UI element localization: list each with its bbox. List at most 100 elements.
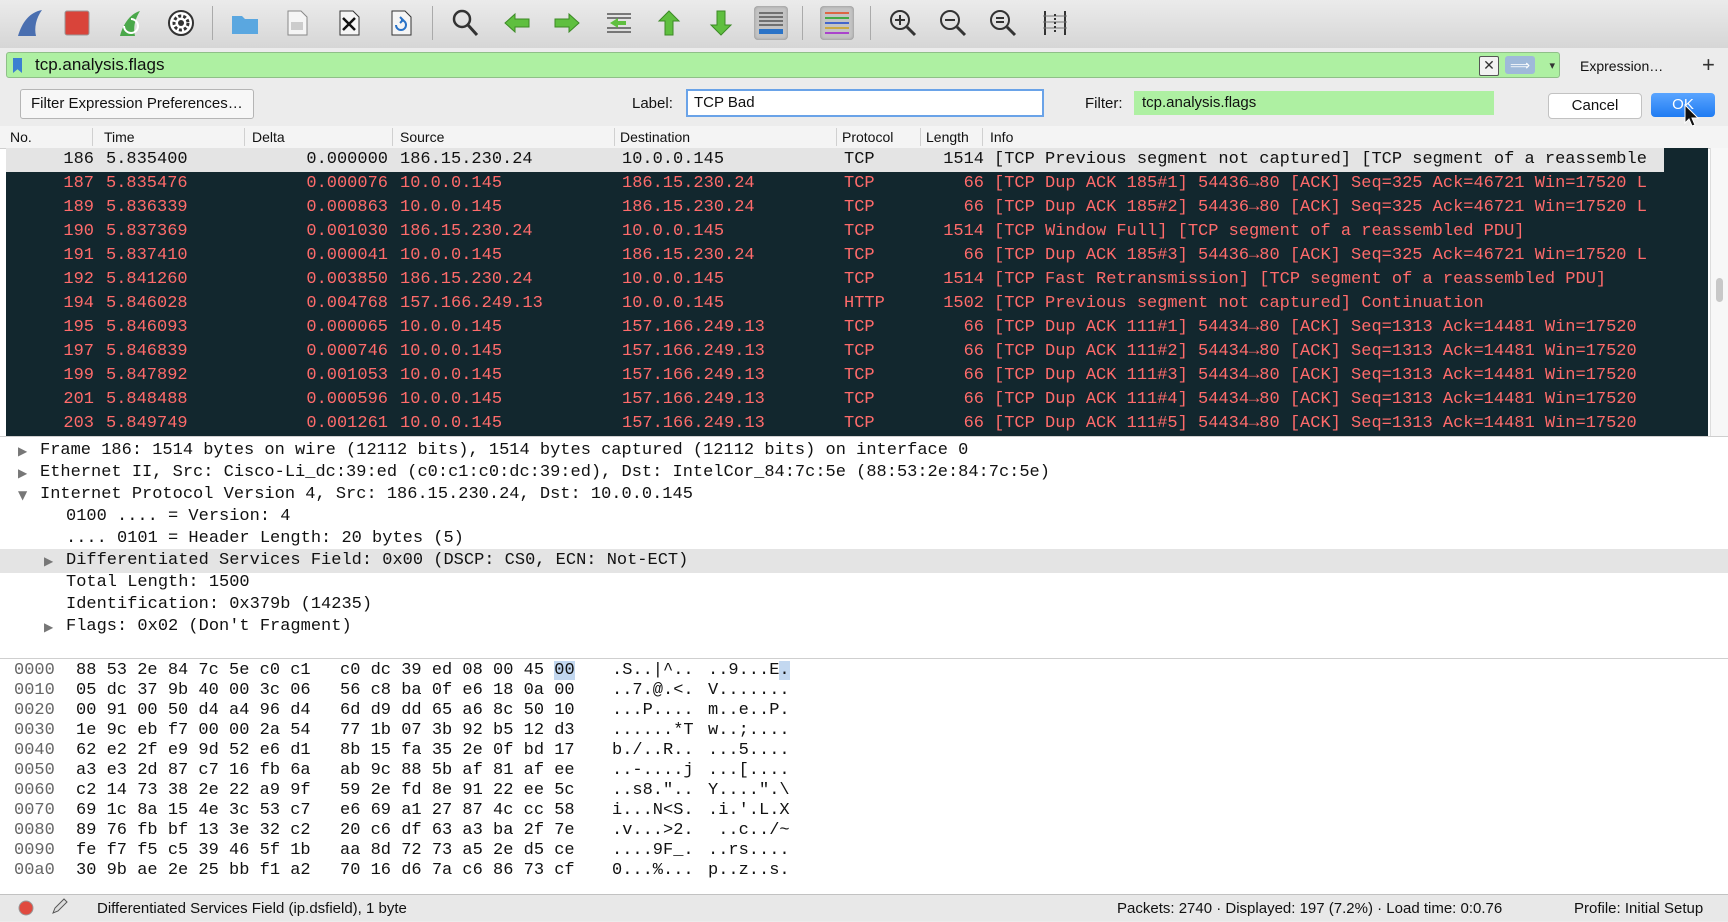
packet-row[interactable]: 195 5.846093 0.000065 10.0.0.145 157.166.249… (6, 316, 1664, 340)
shark-fin-start-icon[interactable] (12, 6, 46, 40)
colorize-icon[interactable] (820, 6, 854, 40)
capture-comment-icon[interactable] (50, 897, 70, 921)
column-header-protocol[interactable]: Protocol (842, 129, 893, 145)
packet-row[interactable]: 201 5.848488 0.000596 10.0.0.145 157.166.249… (6, 388, 1664, 412)
detail-line[interactable]: ▶ Frame 186: 1514 bytes on wire (12112 bi… (0, 439, 1728, 463)
bytes-line[interactable]: 0070 69 1c 8a 15 4e 3c 53 c7 e6 69 a1 27 8… (0, 801, 1728, 821)
normal-size-icon[interactable] (986, 6, 1020, 40)
packet-list-scrollbar[interactable] (1710, 148, 1728, 436)
display-filter-text[interactable]: tcp.analysis.flags (35, 55, 164, 75)
tree-expanded-icon[interactable]: ▼ (18, 483, 27, 507)
detail-line[interactable]: Total Length: 1500 (0, 571, 1728, 595)
detail-line[interactable]: ▶ Differentiated Services Field: 0x00 (DS… (0, 549, 1728, 573)
autoscroll-icon[interactable] (754, 6, 788, 40)
packet-row[interactable]: 187 5.835476 0.000076 10.0.0.145 186.15.230.… (6, 172, 1664, 196)
resize-columns-icon[interactable] (1038, 6, 1072, 40)
status-profile[interactable]: Profile: Initial Setup (1574, 900, 1703, 917)
filter-expression-preferences-button[interactable]: Filter Expression Preferences… (20, 89, 254, 119)
expression-button[interactable]: Expression… (1580, 58, 1663, 74)
packet-row[interactable]: 192 5.841260 0.003850 186.15.230.24 10.0.0.1… (6, 268, 1664, 292)
bytes-asc1: .v...>2. (612, 821, 694, 840)
first-packet-icon[interactable] (652, 6, 686, 40)
column-header-time[interactable]: Time (104, 129, 135, 145)
open-folder-icon[interactable] (228, 6, 262, 40)
filter-field[interactable]: tcp.analysis.flags (1134, 91, 1494, 115)
packet-row[interactable]: 189 5.836339 0.000863 10.0.0.145 186.15.230.… (6, 196, 1664, 220)
packet-cell-dst: 186.15.230.24 (622, 174, 755, 193)
tree-collapsed-icon[interactable]: ▶ (44, 615, 53, 639)
bytes-hex1: 62 e2 2f e9 9d 52 e6 d1 (76, 741, 311, 760)
display-filter-input[interactable]: tcp.analysis.flags ✕ ⟹ ▾ (6, 52, 1560, 78)
cancel-button[interactable]: Cancel (1548, 93, 1642, 119)
packet-cell-src: 157.166.249.13 (400, 294, 543, 313)
packet-row[interactable]: 199 5.847892 0.001053 10.0.0.145 157.166.249… (6, 364, 1664, 388)
last-packet-icon[interactable] (704, 6, 738, 40)
tree-collapsed-icon[interactable]: ▶ (18, 439, 27, 463)
chevron-down-icon[interactable]: ▾ (1549, 59, 1555, 72)
detail-line[interactable]: ▶ Flags: 0x02 (Don't Fragment) (0, 615, 1728, 639)
detail-line[interactable]: Identification: 0x379b (14235) (0, 593, 1728, 617)
bytes-line[interactable]: 0080 89 76 fb bf 13 3e 32 c2 20 c6 df 63 a… (0, 821, 1728, 841)
bytes-asc2: p..z..s. (708, 861, 790, 880)
go-back-icon[interactable] (500, 6, 534, 40)
apply-filter-icon[interactable]: ⟹ (1505, 56, 1535, 74)
zoom-in-icon[interactable] (886, 6, 920, 40)
clear-filter-icon[interactable]: ✕ (1479, 56, 1499, 76)
packet-cell-no: 197 (63, 342, 94, 361)
packet-row[interactable]: 197 5.846839 0.000746 10.0.0.145 157.166.249… (6, 340, 1664, 364)
go-forward-icon[interactable] (550, 6, 584, 40)
bytes-line[interactable]: 0000 88 53 2e 84 7c 5e c0 c1 c0 dc 39 ed 0… (0, 661, 1728, 681)
packet-row[interactable]: 186 5.835400 0.000000 186.15.230.24 10.0.0.1… (6, 148, 1664, 172)
tree-collapsed-icon[interactable]: ▶ (44, 549, 53, 573)
restart-icon[interactable] (112, 6, 146, 40)
packet-cell-delta: 0.000746 (306, 342, 388, 361)
packet-row[interactable]: 190 5.837369 0.001030 186.15.230.24 10.0.0.1… (6, 220, 1664, 244)
column-header-no[interactable]: No. (10, 129, 32, 145)
close-file-icon[interactable] (332, 6, 366, 40)
packet-cell-src: 10.0.0.145 (400, 198, 503, 217)
ok-button[interactable]: OK (1651, 93, 1715, 117)
bytes-line[interactable]: 0020 00 91 00 50 d4 a4 96 d4 6d d9 dd 65 a… (0, 701, 1728, 721)
stop-icon[interactable] (60, 6, 94, 40)
add-filter-button-icon[interactable]: + (1702, 52, 1715, 78)
bytes-line[interactable]: 0030 1e 9c eb f7 00 00 2a 54 77 1b 07 3b 9… (0, 721, 1728, 741)
zoom-out-icon[interactable] (936, 6, 970, 40)
label-caption: Label: (632, 95, 673, 112)
capture-options-icon[interactable] (164, 6, 198, 40)
go-to-packet-icon[interactable] (602, 6, 636, 40)
packet-row[interactable]: 194 5.846028 0.004768 157.166.249.13 10.0.0.… (6, 292, 1664, 316)
column-header-destination[interactable]: Destination (620, 129, 690, 145)
bytes-line[interactable]: 00a0 30 9b ae 2e 25 bb f1 a2 70 16 d6 7a c… (0, 861, 1728, 881)
bytes-line[interactable]: 0060 c2 14 73 38 2e 22 a9 9f 59 2e fd 8e 9… (0, 781, 1728, 801)
bytes-off: 0030 (14, 721, 55, 740)
detail-line[interactable]: .... 0101 = Header Length: 20 bytes (5) (0, 527, 1728, 551)
bytes-hex2: 56 c8 ba 0f e6 18 0a 00 (340, 681, 575, 700)
packet-cell-delta: 0.000041 (306, 246, 388, 265)
bookmark-icon[interactable] (13, 58, 22, 73)
packet-row[interactable]: 203 5.849749 0.001261 10.0.0.145 157.166.249… (6, 412, 1664, 436)
bytes-line[interactable]: 0090 fe f7 f5 c5 39 46 5f 1b aa 8d 72 73 a… (0, 841, 1728, 861)
tree-collapsed-icon[interactable]: ▶ (18, 461, 27, 485)
find-icon[interactable] (448, 6, 482, 40)
packet-cell-time: 5.846093 (106, 318, 188, 337)
save-file-icon[interactable] (280, 6, 314, 40)
detail-line[interactable]: ▼ Internet Protocol Version 4, Src: 186.1… (0, 483, 1728, 507)
column-header-source[interactable]: Source (400, 129, 444, 145)
bytes-off: 0090 (14, 841, 55, 860)
reload-icon[interactable] (384, 6, 418, 40)
bytes-line[interactable]: 0040 62 e2 2f e9 9d 52 e6 d1 8b 15 fa 35 2… (0, 741, 1728, 761)
column-header-delta[interactable]: Delta (252, 129, 285, 145)
expert-info-icon[interactable] (16, 898, 36, 922)
column-header-length[interactable]: Length (926, 129, 969, 145)
packet-minimap[interactable] (1664, 148, 1708, 439)
bytes-asc1: ..s8.".. (612, 781, 694, 800)
column-header-info[interactable]: Info (990, 129, 1013, 145)
packet-row[interactable]: 191 5.837410 0.000041 10.0.0.145 186.15.230.… (6, 244, 1664, 268)
bytes-line[interactable]: 0010 05 dc 37 9b 40 00 3c 06 56 c8 ba 0f e… (0, 681, 1728, 701)
bytes-line[interactable]: 0050 a3 e3 2d 87 c7 16 fb 6a ab 9c 88 5b a… (0, 761, 1728, 781)
packet-cell-src: 186.15.230.24 (400, 270, 533, 289)
detail-line[interactable]: 0100 .... = Version: 4 (0, 505, 1728, 529)
label-field[interactable]: TCP Bad (686, 89, 1044, 117)
detail-line[interactable]: ▶ Ethernet II, Src: Cisco-Li_dc:39:ed (c0… (0, 461, 1728, 485)
packet-cell-delta: 0.001053 (306, 366, 388, 385)
